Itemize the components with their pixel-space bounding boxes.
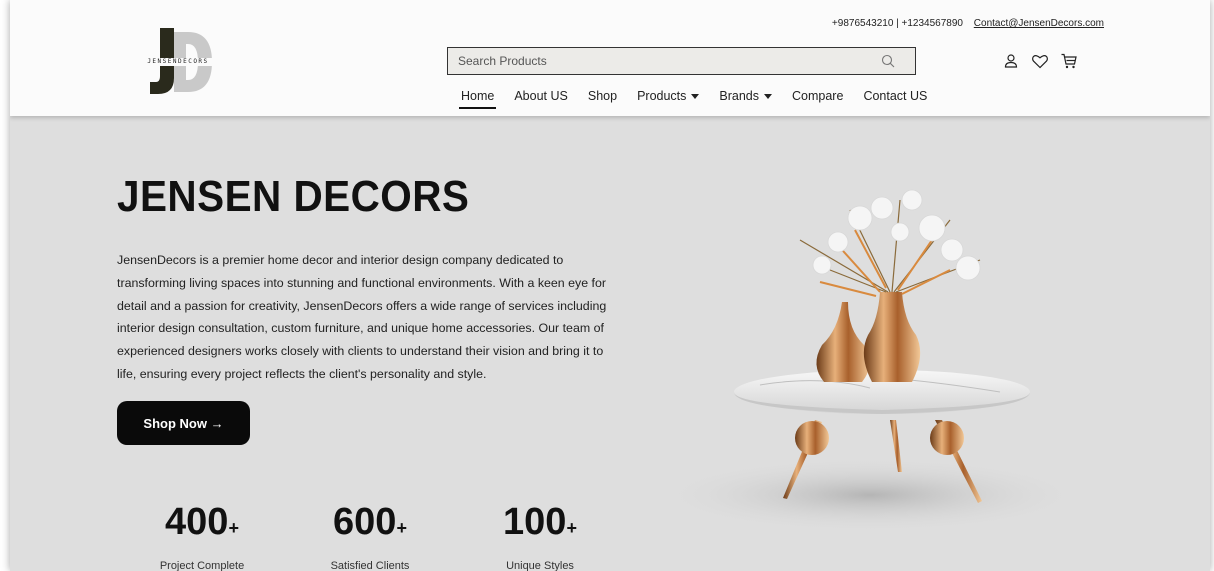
hero-title: JENSEN DECORS bbox=[117, 172, 470, 221]
search-input[interactable] bbox=[448, 48, 868, 74]
stat-suffix: + bbox=[228, 518, 239, 538]
nav-products-label: Products bbox=[637, 89, 687, 103]
stat-label: Satisfied Clients bbox=[330, 560, 410, 571]
stat-value: 600+ bbox=[300, 500, 440, 550]
nav-about-us[interactable]: About US bbox=[506, 89, 576, 109]
stat-clients: 600+ Satisfied Clients bbox=[300, 500, 440, 571]
page-frame: JENSENDECORS +9876543210 | +1234567890 C… bbox=[10, 0, 1210, 571]
nav-brands[interactable]: Brands bbox=[711, 89, 780, 109]
logo[interactable]: JENSENDECORS bbox=[130, 28, 226, 94]
nav-compare[interactable]: Compare bbox=[784, 89, 851, 109]
main-nav: Home About US Shop Products Brands Compa… bbox=[453, 89, 939, 109]
stat-suffix: + bbox=[566, 518, 577, 538]
shop-now-button[interactable]: Shop Now → bbox=[117, 401, 250, 445]
search-icon[interactable] bbox=[881, 54, 895, 68]
stat-number: 400 bbox=[165, 501, 229, 543]
logo-text: JENSENDECORS bbox=[130, 58, 226, 66]
nav-home[interactable]: Home bbox=[453, 89, 502, 109]
caret-down-icon bbox=[764, 94, 773, 100]
hero-description: JensenDecors is a premier home decor and… bbox=[117, 253, 607, 381]
hero-table-vase-image bbox=[655, 189, 1085, 530]
user-icon[interactable] bbox=[1002, 52, 1020, 70]
cart-icon[interactable] bbox=[1060, 52, 1078, 70]
search-bar bbox=[447, 47, 916, 75]
nav-products[interactable]: Products bbox=[629, 89, 707, 109]
stat-styles: 100+ Unique Styles bbox=[470, 500, 610, 571]
heart-icon[interactable] bbox=[1031, 52, 1049, 70]
stat-number: 100 bbox=[503, 501, 567, 543]
phone-numbers: +9876543210 | +1234567890 bbox=[831, 18, 963, 29]
stat-label: Unique Styles bbox=[506, 560, 574, 571]
contact-bar: +9876543210 | +1234567890 Contact@Jensen… bbox=[832, 18, 1104, 29]
nav-shop[interactable]: Shop bbox=[580, 89, 625, 109]
caret-down-icon bbox=[691, 94, 700, 100]
stat-label: Project Complete bbox=[159, 560, 245, 571]
stat-projects: 400+ Project Complete bbox=[132, 500, 272, 571]
site-header: JENSENDECORS +9876543210 | +1234567890 C… bbox=[10, 0, 1210, 116]
nav-brands-label: Brands bbox=[719, 89, 760, 103]
stat-value: 100+ bbox=[470, 500, 610, 550]
stat-value: 400+ bbox=[132, 500, 272, 550]
stat-suffix: + bbox=[396, 518, 407, 538]
email-link[interactable]: Contact@JensenDecors.com bbox=[974, 18, 1104, 29]
stat-number: 600 bbox=[333, 501, 397, 543]
nav-contact-us[interactable]: Contact US bbox=[855, 89, 935, 109]
